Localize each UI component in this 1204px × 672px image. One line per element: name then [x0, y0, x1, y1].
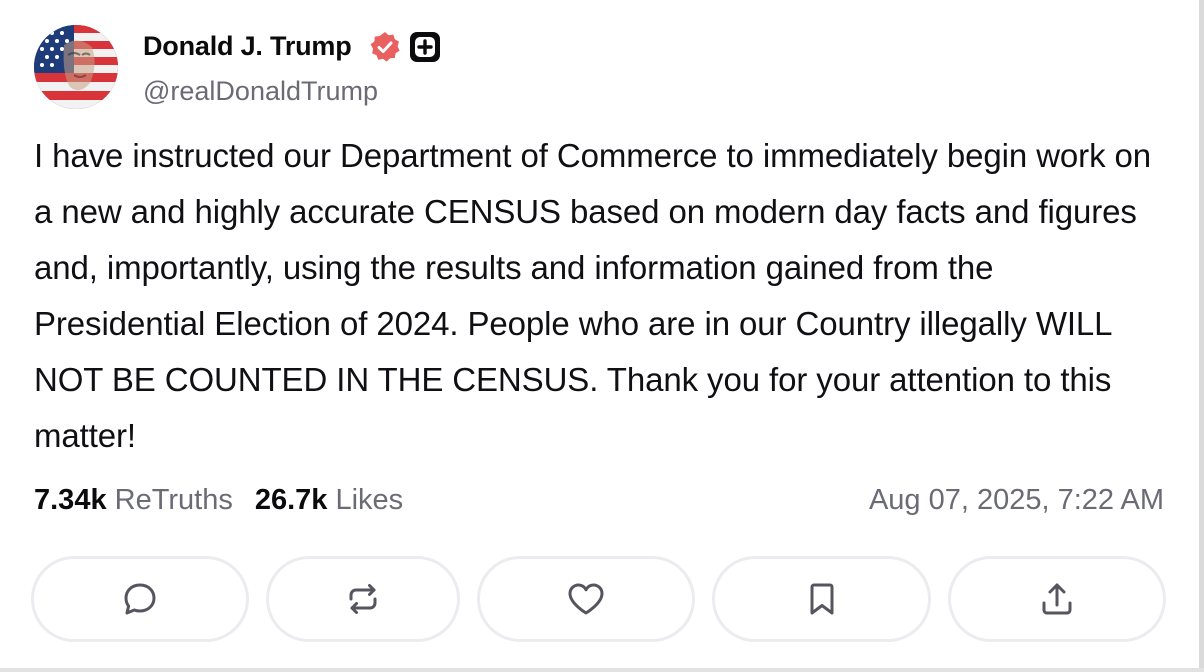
author-handle[interactable]: @realDonaldTrump: [143, 76, 378, 107]
frame-edge: [1199, 0, 1204, 672]
likes-count[interactable]: 26.7k: [255, 484, 328, 516]
share-button[interactable]: [948, 556, 1166, 642]
retruths-label[interactable]: ReTruths: [115, 484, 233, 516]
post-card: Donald J. Trump @realDonaldTrump I have …: [0, 0, 1204, 672]
post-text: I have instructed our Department of Comm…: [34, 137, 1152, 454]
verified-badge-icon: [369, 31, 401, 63]
like-button[interactable]: [477, 556, 695, 642]
bookmark-icon: [810, 583, 833, 615]
frame-bottom-edge: [0, 668, 1204, 672]
likes-label[interactable]: Likes: [335, 484, 403, 516]
author-name[interactable]: Donald J. Trump: [143, 31, 352, 62]
post-timestamp[interactable]: Aug 07, 2025, 7:22 AM: [869, 484, 1164, 517]
flag-portrait-avatar-icon: [34, 25, 118, 109]
engagement-stats: 7.34k ReTruths 26.7k Likes: [34, 484, 403, 517]
author-avatar[interactable]: [34, 25, 118, 109]
plus-badge-icon: [410, 32, 440, 62]
retruth-icon: [349, 584, 377, 614]
reply-icon: [124, 583, 156, 615]
share-icon: [1042, 583, 1072, 615]
reply-button[interactable]: [31, 556, 249, 642]
bookmark-button[interactable]: [712, 556, 931, 642]
retruths-count[interactable]: 7.34k: [34, 484, 107, 516]
heart-icon: [568, 583, 604, 615]
retruth-button[interactable]: [266, 556, 460, 642]
